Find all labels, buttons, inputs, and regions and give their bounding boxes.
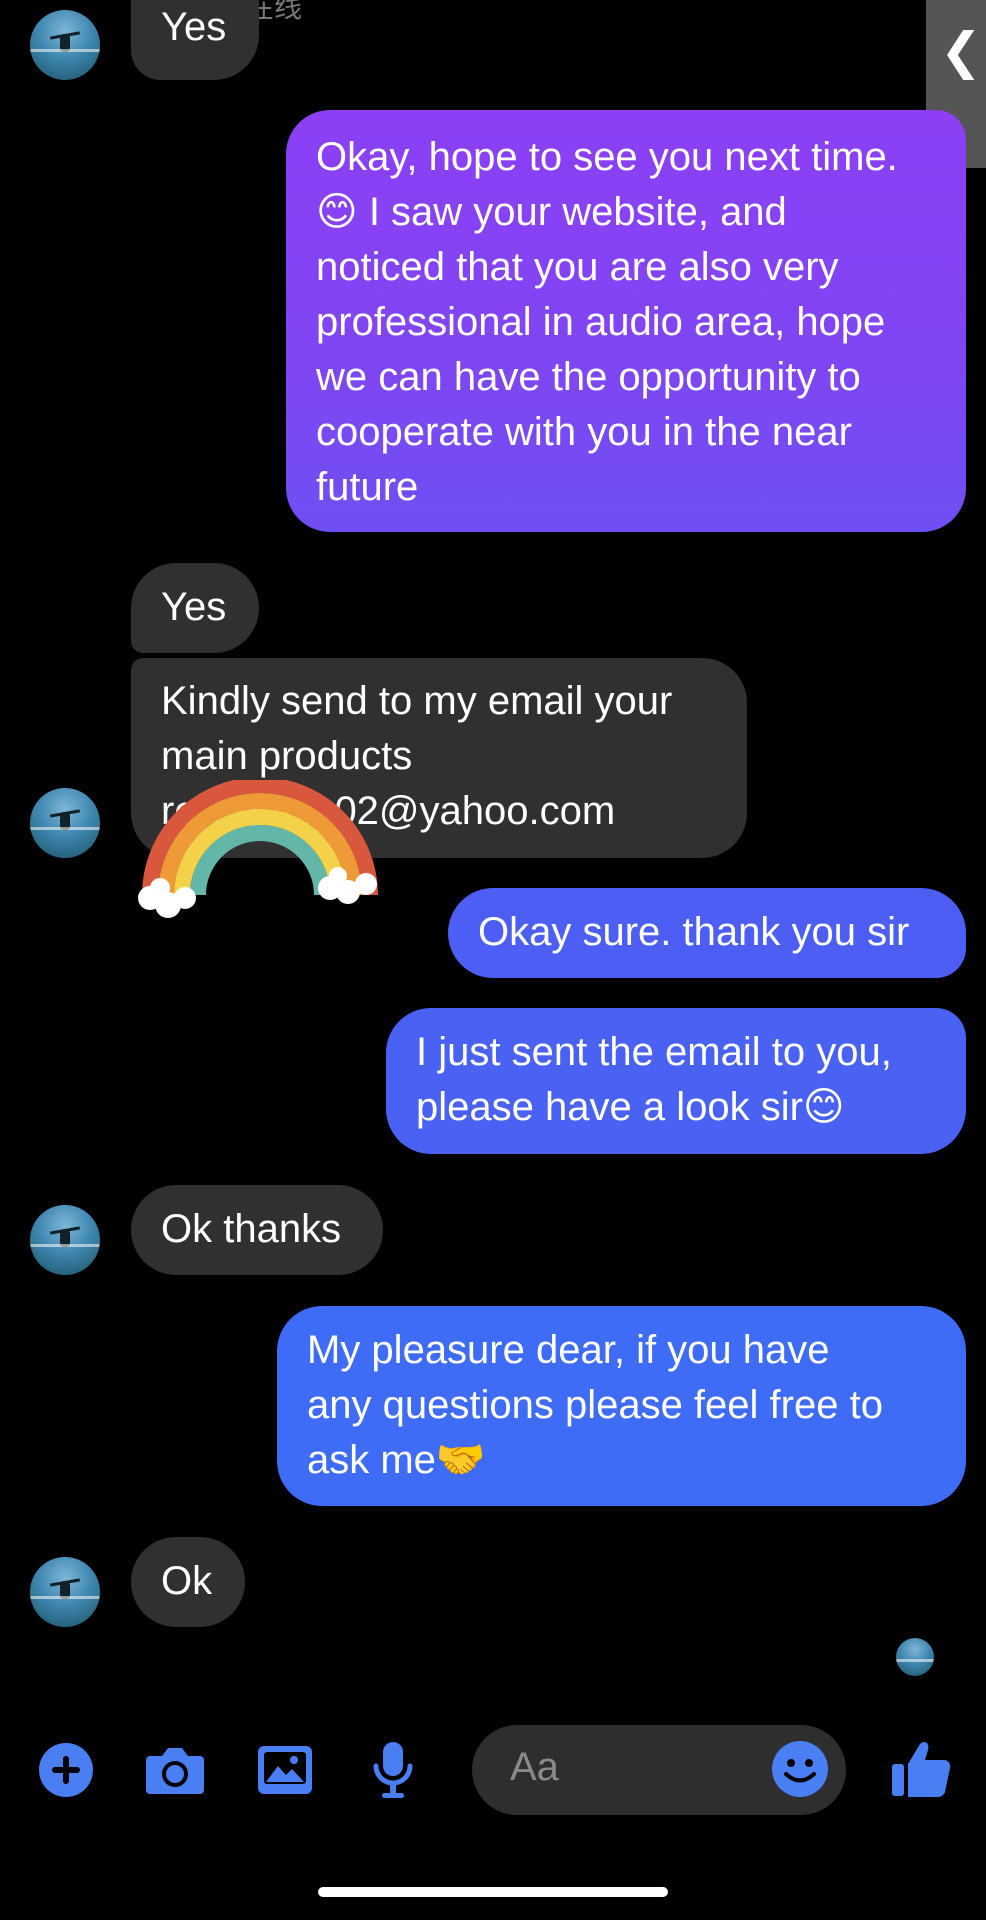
message-bubble-outgoing[interactable]: Okay sure. thank you sir [448,888,966,978]
message-bubble-outgoing[interactable]: Okay, hope to see you next time. 😊 I saw… [286,110,966,532]
message-bubble-incoming[interactable]: Ok thanks [131,1185,383,1275]
emoji-icon[interactable] [770,1739,830,1799]
camera-icon[interactable] [144,1744,206,1796]
chevron-left-icon: ❮ [940,23,982,79]
message-bubble-outgoing[interactable]: My pleasure dear, if you have any questi… [277,1306,966,1506]
message-bubble-outgoing[interactable]: I just sent the email to you, please hav… [386,1008,966,1154]
message-input[interactable]: Aa [472,1725,846,1815]
message-line: I just sent the email to you, [416,1030,892,1074]
message-line: My pleasure dear, if you have [307,1328,830,1372]
thumbs-up-icon[interactable] [890,1738,952,1800]
message-text: Yes [161,585,227,629]
message-bubble-incoming[interactable]: Yes [131,0,259,80]
message-line: cooperate with you in the near [316,410,852,454]
message-line: Okay, hope to see you next time. [316,135,898,179]
message-line: 😊 I saw your website, and [316,190,787,234]
message-text: Okay sure. thank you sir [478,910,910,954]
message-line: professional in audio area, hope [316,300,886,344]
contact-avatar[interactable] [30,788,100,858]
message-text: Ok thanks [161,1207,342,1251]
message-bubble-incoming[interactable]: Ok [131,1537,245,1627]
rainbow-sticker[interactable] [130,780,390,920]
message-bubble-incoming[interactable]: Yes [131,563,259,653]
message-line: we can have the opportunity to [316,355,861,399]
plus-icon[interactable] [38,1742,94,1798]
message-text: Yes [161,5,227,49]
message-line: noticed that you are also very [316,245,839,289]
message-text: Ok [161,1559,213,1603]
message-line: please have a look sir😊 [416,1085,845,1129]
message-line: Kindly send to my email your [161,679,673,723]
message-line: main products [161,734,413,778]
gallery-icon[interactable] [256,1744,314,1796]
contact-avatar[interactable] [30,10,100,80]
contact-avatar[interactable] [30,1205,100,1275]
message-line: ask me🤝 [307,1438,486,1482]
message-line: any questions please feel free to [307,1383,883,1427]
contact-avatar[interactable] [30,1557,100,1627]
home-indicator [318,1887,668,1897]
read-receipt-avatar [896,1638,934,1676]
microphone-icon[interactable] [372,1740,414,1800]
message-input-placeholder: Aa [510,1745,559,1789]
message-line: future [316,465,419,509]
